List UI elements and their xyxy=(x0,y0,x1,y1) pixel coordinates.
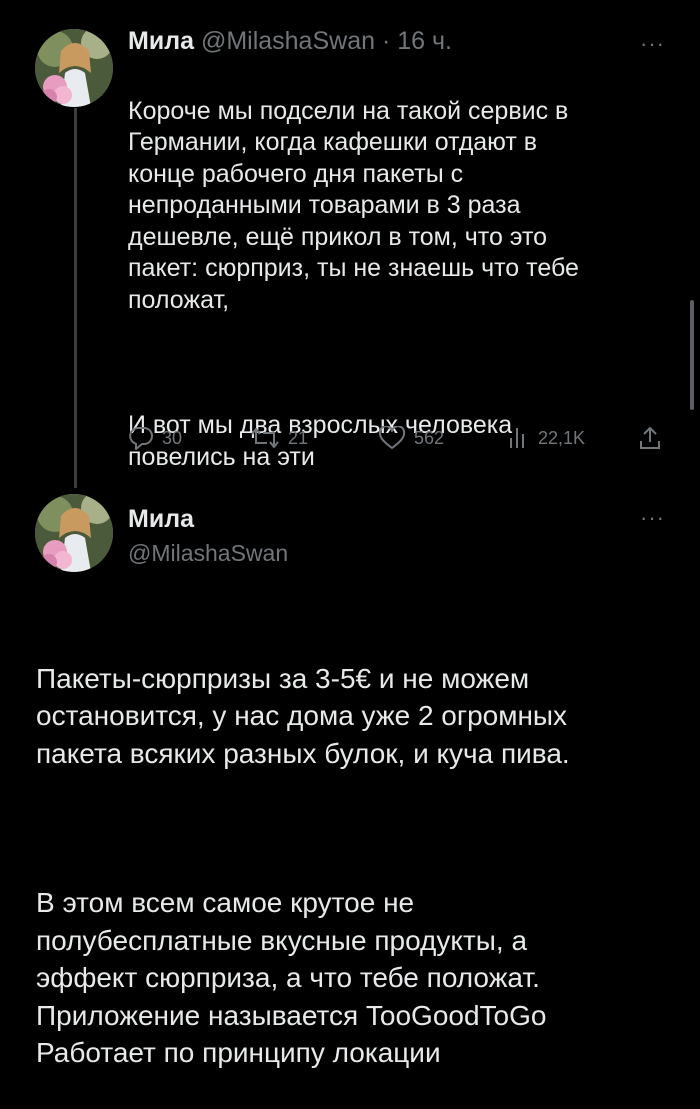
reply-count: 30 xyxy=(162,427,183,448)
scrollbar[interactable] xyxy=(690,300,694,410)
views-button[interactable]: 22,1K xyxy=(508,422,585,454)
tweet-text: Пакеты-сюрпризы за 3-5€ и не можем остан… xyxy=(36,622,676,1109)
author-name[interactable]: Мила xyxy=(128,27,194,55)
tweet-header: Мила @MilashaSwan · 16 ч. xyxy=(128,27,452,56)
avatar[interactable] xyxy=(35,494,113,572)
more-icon[interactable]: ··· xyxy=(640,507,665,529)
share-icon xyxy=(640,427,660,449)
tweet-paragraph: В этом всем самое крутое не полубесплатн… xyxy=(36,887,547,1068)
author-handle[interactable]: @MilashaSwan xyxy=(201,27,375,55)
retweet-button[interactable]: 21 xyxy=(250,422,308,454)
more-icon[interactable]: ··· xyxy=(640,33,665,55)
like-icon xyxy=(378,426,406,449)
avatar[interactable] xyxy=(35,29,113,107)
thread-line xyxy=(74,108,77,488)
share-button[interactable] xyxy=(638,422,662,454)
reply-icon xyxy=(129,427,153,450)
views-count: 22,1K xyxy=(538,427,586,448)
author-name[interactable]: Мила xyxy=(128,505,194,534)
retweet-icon xyxy=(251,428,279,448)
avatar-photo-icon xyxy=(35,494,113,572)
views-icon xyxy=(510,428,524,448)
retweet-count: 21 xyxy=(288,427,309,448)
like-button[interactable]: 562 xyxy=(378,422,444,454)
author-handle[interactable]: @MilashaSwan xyxy=(128,540,288,567)
tweet-paragraph: Пакеты-сюрпризы за 3-5€ и не можем остан… xyxy=(36,662,570,769)
tweet-actions: 30 21 562 22,1K xyxy=(128,422,668,454)
avatar-photo-icon xyxy=(35,29,113,107)
timestamp[interactable]: 16 ч. xyxy=(397,27,452,55)
reply-button[interactable]: 30 xyxy=(128,422,182,454)
tweet-paragraph: Короче мы подсели на такой сервис в Герм… xyxy=(128,96,579,314)
like-count: 562 xyxy=(414,427,445,448)
separator-dot: · xyxy=(381,27,391,55)
